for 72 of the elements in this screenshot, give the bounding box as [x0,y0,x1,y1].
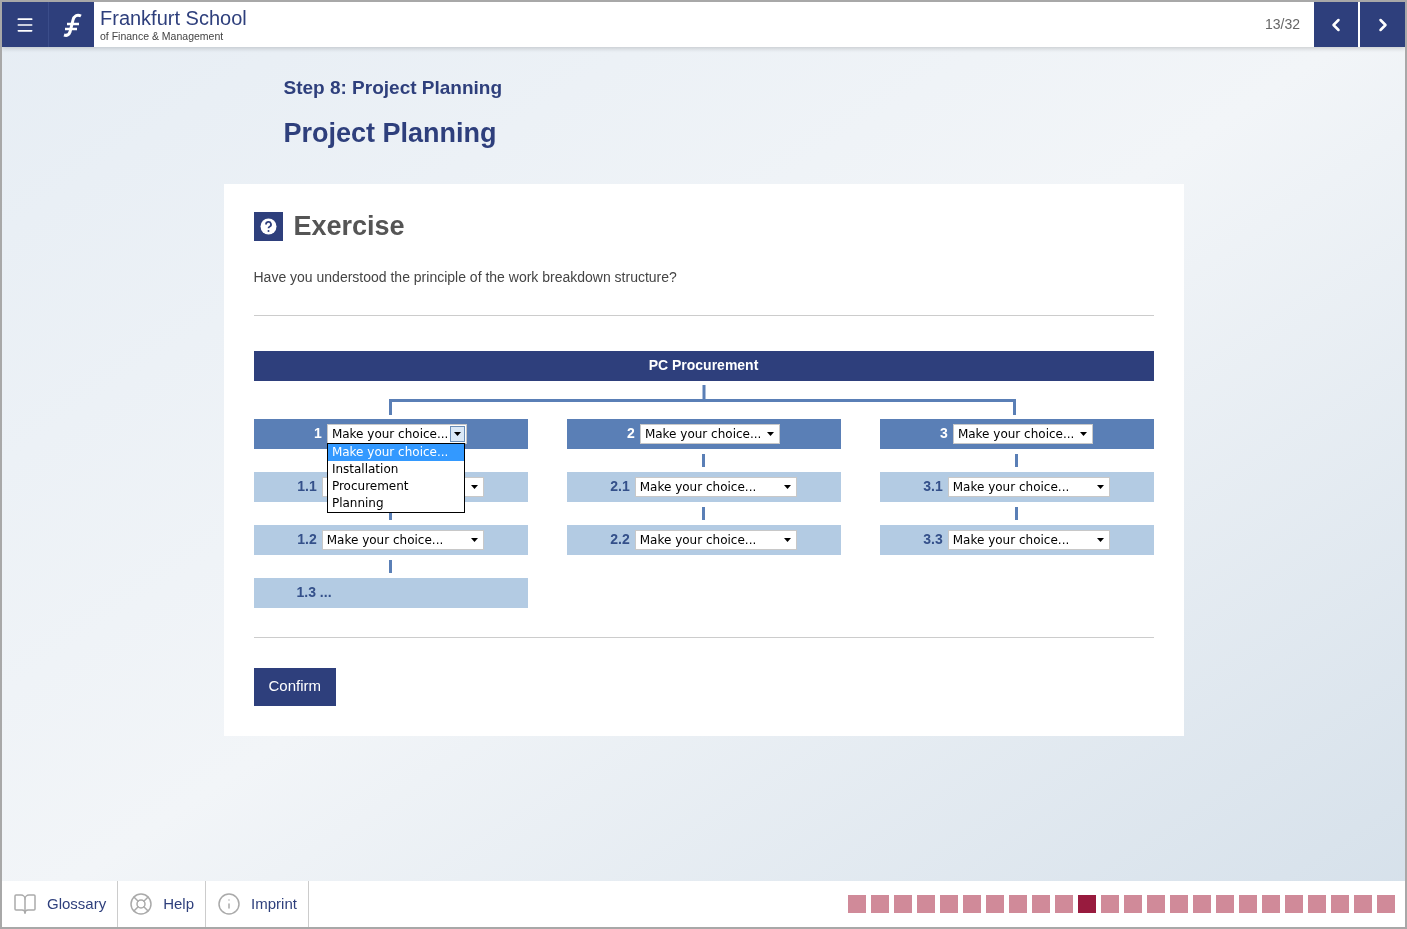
progress-square[interactable] [1331,895,1349,913]
progress-square[interactable] [917,895,935,913]
caret-icon [783,537,791,542]
progress-square[interactable] [1262,895,1280,913]
footer-link[interactable]: Imprint [206,881,309,927]
brand-name: Frankfurt School [100,7,247,28]
progress-square[interactable] [1239,895,1257,913]
node-number: 3 [940,424,948,443]
caret-icon [1096,484,1104,489]
progress-square[interactable] [986,895,1004,913]
progress-square[interactable] [1078,895,1096,913]
progress-square[interactable] [1193,895,1211,913]
next-button[interactable] [1360,2,1405,47]
node-number: 1.2 [297,530,317,549]
caret-icon [766,431,774,436]
previous-button[interactable] [1314,2,1358,47]
dropdown-select[interactable]: Make your choice... [321,529,484,550]
dropdown-select[interactable]: Make your choice... [952,423,1093,444]
info-icon [217,892,242,916]
progress-square[interactable] [1308,895,1326,913]
question-icon [253,211,283,241]
dropdown-select[interactable]: Make your choice... [947,476,1110,497]
book-icon [13,892,37,916]
progress-square[interactable] [848,895,866,913]
brand-subtitle: of Finance & Management [100,30,225,42]
node-number: 1 [314,424,322,443]
footer-link[interactable]: Glossary [2,881,119,927]
node-number: 2.2 [610,530,630,549]
dropdown-select[interactable]: Make your choice... [639,423,780,444]
caret-icon [1079,431,1087,436]
dropdown-select[interactable]: Make your choice... [634,476,797,497]
progress-square[interactable] [1285,895,1303,913]
dropdown-option[interactable]: Installation [327,460,464,478]
progress-square[interactable] [1101,895,1119,913]
dropdown-select[interactable]: Make your choice... [634,529,797,550]
node-number: 3.3 [923,530,943,549]
caret-icon [470,537,478,542]
dropdown-option[interactable]: Planning [327,494,464,512]
lifebuoy-icon [129,892,154,916]
footer-link[interactable]: Help [118,881,207,927]
page-title: Project Planning [283,116,498,150]
step-heading: Step 8: Project Planning [283,76,504,100]
progress-square[interactable] [1354,895,1372,913]
progress-square[interactable] [940,895,958,913]
progress-square[interactable] [871,895,889,913]
progress-square[interactable] [1124,895,1142,913]
progress-square[interactable] [894,895,912,913]
menu-button[interactable] [2,2,48,47]
exercise-heading: Exercise [293,210,405,243]
dropdown-select[interactable]: Make your choice... [326,423,467,444]
progress-square[interactable] [1377,895,1395,913]
page-counter: 13/32 [1264,15,1300,34]
progress-square[interactable] [1170,895,1188,913]
caret-icon [470,484,478,489]
progress-square[interactable] [1147,895,1165,913]
progress-square[interactable] [1216,895,1234,913]
caret-icon [1096,537,1104,542]
dropdown-option[interactable]: Procurement [327,477,464,495]
chart-title: PC Procurement [253,350,1154,381]
progress-square[interactable] [1055,895,1073,913]
progress-square[interactable] [963,895,981,913]
node-number: 3.1 [923,477,943,496]
progress-square[interactable] [1032,895,1050,913]
question-text: Have you understood the principle of the work breakdown structure? [253,267,678,287]
node-number: 1.1 [297,477,317,496]
node-number: 2 [627,424,635,443]
node-number: 2.1 [610,477,630,496]
caret-icon [783,484,791,489]
node-number: 1.3 ... [296,583,332,602]
dropdown-select[interactable]: Make your choice... [947,529,1110,550]
confirm-button[interactable]: Confirm [253,667,336,706]
progress-square[interactable] [1009,895,1027,913]
